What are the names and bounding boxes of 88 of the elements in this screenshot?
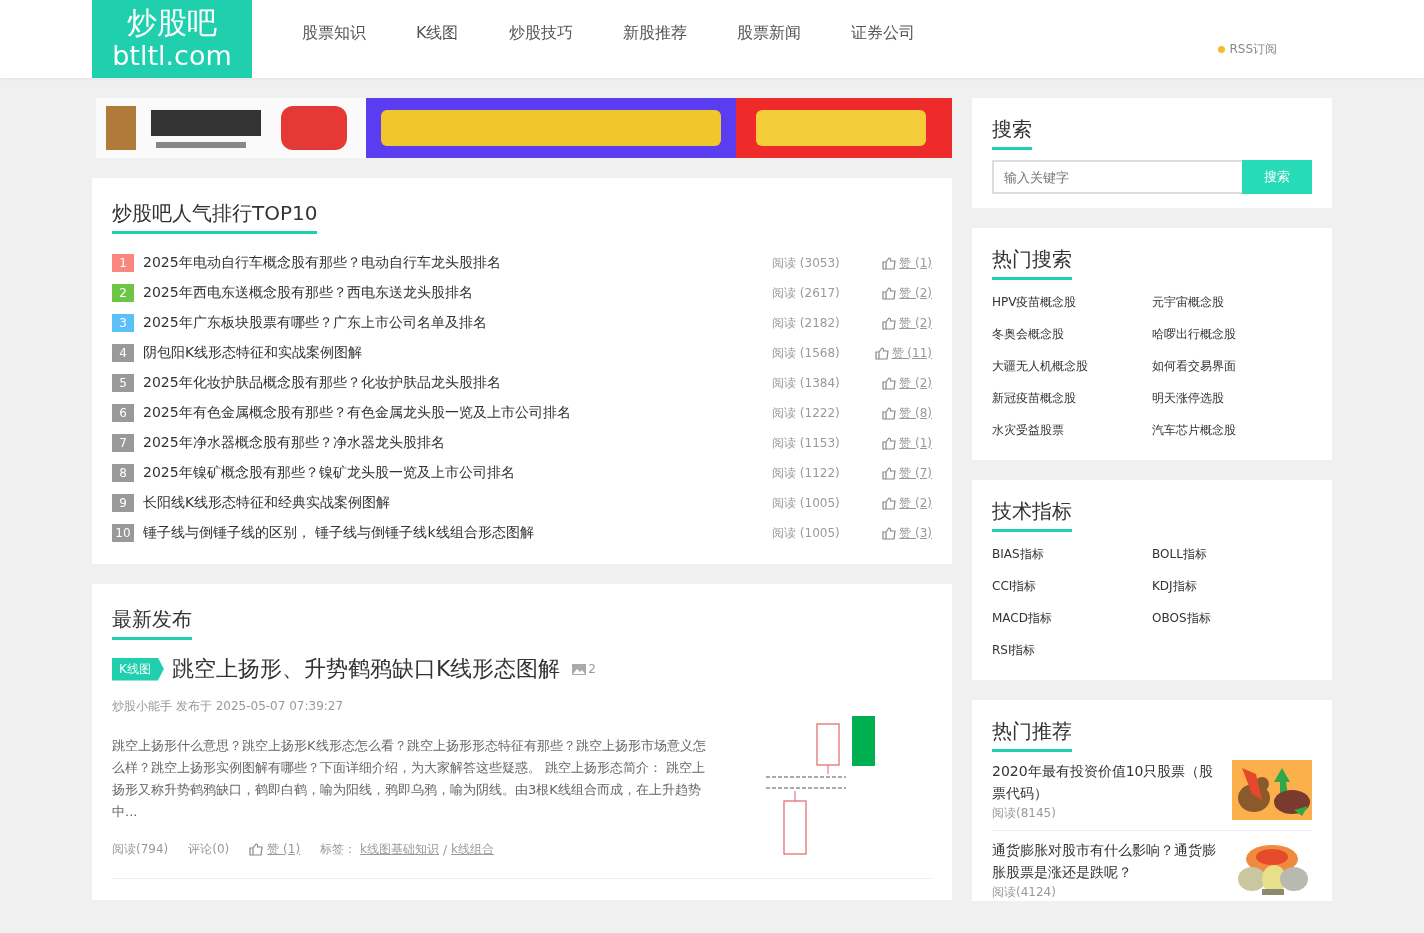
comment-count: 评论(0) bbox=[188, 841, 230, 858]
sidebar-link[interactable]: 明天涨停选股 bbox=[1152, 382, 1312, 414]
rank-number: 2 bbox=[112, 284, 134, 302]
sidebar-link[interactable]: BIAS指标 bbox=[992, 538, 1152, 570]
sidebar-link[interactable]: 冬奥会概念股 bbox=[992, 318, 1152, 350]
article-link[interactable]: 2025年镍矿概念股有那些？镍矿龙头股一览及上市公司排名 bbox=[143, 464, 772, 482]
article-link[interactable]: 2025年化妆护肤品概念股有那些？化妆护肤品龙头股排名 bbox=[143, 374, 772, 392]
sidebar-link[interactable]: 如何看交易界面 bbox=[1152, 350, 1312, 382]
read-count: 阅读(794) bbox=[112, 841, 169, 858]
article-link[interactable]: 2025年西电东送概念股有那些？西电东送龙头股排名 bbox=[143, 284, 772, 302]
article-summary: 跳空上扬形什么意思？跳空上扬形K线形态怎么看？跳空上扬形形态特征有那些？跳空上扬形市场意义怎么样？跳空上扬形实例图解有哪些？下面详细介绍，为大家解答这些疑惑。 跳空上扬形态简介： 跳空上扬形又称升势鹤鸦缺口，鹤即白鹤，喻为阳线，鸦即乌鸦，喻为阴线。由3根K线组合而成，在上升趋势中... bbox=[112, 737, 707, 821]
search-field[interactable]: 输入关键字 bbox=[992, 160, 1242, 194]
read-count: 阅读 (1222) bbox=[772, 404, 841, 422]
sidebar-link[interactable]: BOLL指标 bbox=[1152, 538, 1312, 570]
widget-title: 热门搜索 bbox=[992, 246, 1072, 280]
read-count: 阅读 (1153) bbox=[772, 434, 841, 452]
sidebar-link[interactable]: 新冠疫苗概念股 bbox=[992, 382, 1152, 414]
rss-icon bbox=[1218, 45, 1226, 53]
article-title[interactable]: 跳空上扬形、升势鹤鸦缺口K线形态图解 bbox=[171, 654, 561, 684]
article-link[interactable]: 阴包阳K线形态特征和实战案例图解 bbox=[143, 344, 772, 362]
read-count: 阅读 (2617) bbox=[772, 284, 841, 302]
sidebar-link[interactable]: HPV疫苗概念股 bbox=[992, 286, 1152, 318]
logo-text: btltl.com bbox=[112, 40, 232, 72]
rank-number: 10 bbox=[112, 524, 134, 542]
rank-number: 1 bbox=[112, 254, 134, 272]
sidebar-link[interactable]: 汽车芯片概念股 bbox=[1152, 414, 1312, 446]
nav-link[interactable]: 证券公司 bbox=[825, 0, 940, 66]
thumbs-up-icon bbox=[882, 286, 897, 300]
thumbs-up-icon bbox=[249, 843, 264, 856]
widget-title: 热门推荐 bbox=[992, 718, 1072, 752]
sidebar-link[interactable]: OBOS指标 bbox=[1152, 602, 1312, 634]
article-link[interactable]: 2025年净水器概念股有那些？净水器龙头股排名 bbox=[143, 434, 772, 452]
thumbs-up-icon bbox=[882, 376, 897, 390]
read-count: 阅读 (1005) bbox=[772, 494, 841, 512]
sidebar-link[interactable]: KDJ指标 bbox=[1152, 570, 1312, 602]
nav-link[interactable]: 炒股技巧 bbox=[483, 0, 598, 66]
rank-number: 5 bbox=[112, 374, 134, 392]
read-count: 阅读 (1568) bbox=[772, 344, 841, 362]
read-count: 阅读(8145) bbox=[992, 805, 1057, 822]
widget-title: 技术指标 bbox=[992, 498, 1072, 532]
read-count: 阅读 (2182) bbox=[772, 314, 841, 332]
article-link[interactable]: 长阳线K线形态特征和经典实战案例图解 bbox=[143, 494, 772, 512]
article-link[interactable]: 2025年有色金属概念股有那些？有色金属龙头股一览及上市公司排名 bbox=[143, 404, 772, 422]
read-count: 阅读 (3053) bbox=[772, 254, 841, 272]
nav-link[interactable]: 股票知识 bbox=[277, 0, 391, 66]
read-count: 阅读(4124) bbox=[992, 884, 1057, 901]
rank-number: 6 bbox=[112, 404, 134, 422]
read-count: 阅读 (1005) bbox=[772, 524, 841, 542]
nav-link[interactable]: 新股推荐 bbox=[597, 0, 712, 66]
thumbs-up-icon bbox=[882, 406, 897, 420]
recommend-link[interactable]: 通货膨胀对股市有什么影响？通货膨胀股票是涨还是跌呢？ bbox=[992, 839, 1220, 883]
sidebar-link[interactable]: 哈啰出行概念股 bbox=[1152, 318, 1312, 350]
article-meta: 炒股小能手 发布于 2025-05-07 07:39:27 bbox=[112, 698, 345, 715]
separator: / bbox=[443, 842, 448, 857]
rss-link[interactable]: RSS订阅 bbox=[1218, 40, 1277, 58]
sidebar-link[interactable]: 元宇宙概念股 bbox=[1152, 286, 1312, 318]
image-count: 2 bbox=[588, 662, 596, 676]
read-count: 阅读 (1384) bbox=[772, 374, 841, 392]
sidebar-link[interactable]: MACD指标 bbox=[992, 602, 1152, 634]
rank-number: 9 bbox=[112, 494, 134, 512]
rank-number: 3 bbox=[112, 314, 134, 332]
logo-text: 炒股吧 bbox=[127, 6, 217, 40]
rank-number: 8 bbox=[112, 464, 134, 482]
sidebar-link[interactable]: 大疆无人机概念股 bbox=[992, 350, 1152, 382]
section-title: 炒股吧人气排行TOP10 bbox=[112, 200, 318, 234]
article-link[interactable]: 2025年电动自行车概念股有那些？电动自行车龙头股排名 bbox=[143, 254, 772, 272]
thumbs-up-icon bbox=[874, 346, 889, 360]
sidebar-link[interactable]: 水灾受益股票 bbox=[992, 414, 1152, 446]
article-link[interactable]: 2025年广东板块股票有哪些？广东上市公司名单及排名 bbox=[143, 314, 772, 332]
read-count: 阅读 (1122) bbox=[772, 464, 841, 482]
nav-link[interactable]: K线图 bbox=[391, 0, 484, 66]
tags-label: 标签： bbox=[320, 841, 357, 858]
rank-number: 4 bbox=[112, 344, 134, 362]
sidebar-link[interactable]: CCI指标 bbox=[992, 570, 1152, 602]
thumbs-up-icon bbox=[882, 256, 897, 270]
sidebar-link[interactable]: RSI指标 bbox=[992, 634, 1152, 666]
nav-link[interactable]: 股票新闻 bbox=[711, 0, 826, 66]
recommend-link[interactable]: 2020年最有投资价值10只股票（股票代码） bbox=[992, 760, 1220, 804]
section-title: 最新发布 bbox=[112, 606, 192, 640]
thumbs-up-icon bbox=[882, 496, 897, 510]
article-link[interactable]: 锤子线与倒锤子线的区别， 锤子线与倒锤子线k线组合形态图解 bbox=[143, 524, 772, 542]
thumbs-up-icon bbox=[882, 526, 897, 540]
rank-number: 7 bbox=[112, 434, 134, 452]
thumbs-up-icon bbox=[882, 316, 897, 330]
image-icon bbox=[572, 663, 587, 675]
thumbs-up-icon bbox=[882, 466, 897, 480]
thumbs-up-icon bbox=[882, 436, 897, 450]
widget-title: 搜索 bbox=[992, 116, 1032, 150]
